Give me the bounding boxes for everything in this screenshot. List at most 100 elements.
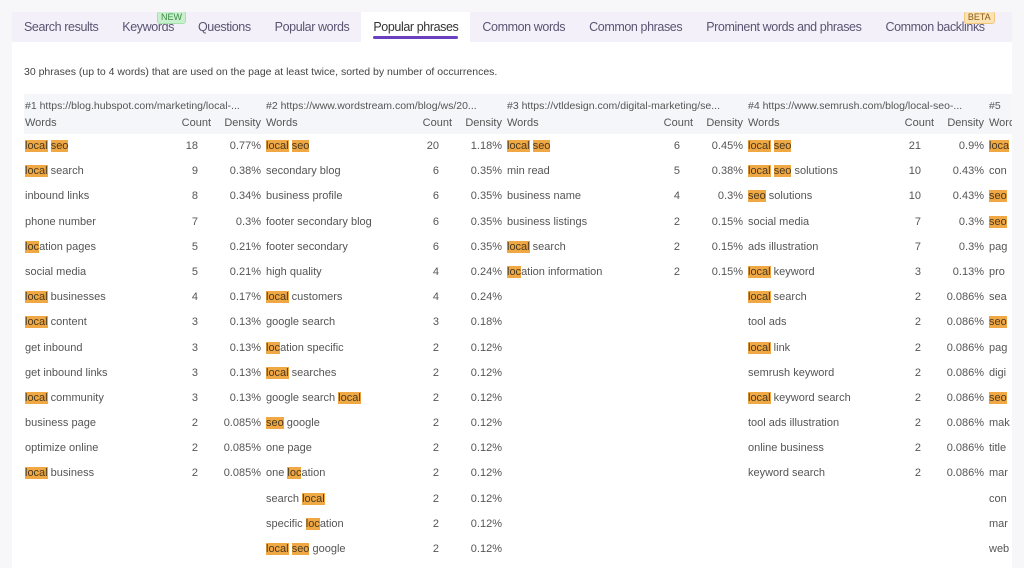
- competitor-url-link[interactable]: #5: [988, 98, 1012, 114]
- phrase-segment: footer secondary: [266, 240, 348, 253]
- phrase-count: 2: [191, 417, 198, 430]
- words-column-label[interactable]: Words: [988, 114, 1012, 132]
- tab-search-results[interactable]: Search results: [12, 12, 110, 42]
- phrase-row: footer secondary 6 0.35%: [265, 235, 506, 260]
- phrase-segment: search: [529, 240, 566, 253]
- keyword-highlight: seo: [989, 391, 1007, 404]
- phrase-segment: get inbound: [25, 341, 83, 354]
- keyword-highlight: local: [266, 543, 289, 555]
- phrase-text: seo google: [265, 411, 407, 436]
- keyword-highlight: seo: [291, 543, 310, 555]
- count-column-label[interactable]: Count: [641, 114, 693, 132]
- phrase-segment: google search: [266, 391, 339, 404]
- phrase-count: 6: [432, 165, 439, 178]
- phrase-text: seo: [988, 310, 1012, 335]
- keyword-highlight: local: [507, 240, 530, 253]
- phrase-count: 20: [426, 140, 439, 152]
- phrase-text: high quality: [265, 260, 407, 285]
- phrase-row: optimize online 2 0.085%: [24, 436, 265, 461]
- phrase-segment: min read: [507, 165, 550, 178]
- phrase-segment: con: [989, 492, 1007, 505]
- words-column-label[interactable]: Words: [506, 114, 641, 132]
- page-scrollbar[interactable]: [1012, 0, 1024, 568]
- phrase-segment: business name: [507, 190, 581, 203]
- phrase-count: 2: [914, 417, 921, 430]
- phrase-text: location information: [506, 260, 648, 285]
- phrase-segment: ads illustration: [748, 240, 819, 253]
- phrase-count: 2: [191, 467, 198, 480]
- phrase-text: local seo solutions: [747, 159, 889, 184]
- phrase-density: 0.12%: [470, 366, 502, 379]
- phrase-count: 3: [191, 366, 198, 379]
- phrase-row: con: [988, 159, 1012, 184]
- tab-bar: Search results Keywords NEW Questions Popula…: [12, 12, 1012, 42]
- count-column-label[interactable]: Count: [882, 114, 934, 132]
- phrase-row: one page 2 0.12%: [265, 436, 506, 461]
- phrase-row: local business 2 0.085%: [24, 461, 265, 486]
- phrase-text: local seo: [265, 134, 407, 159]
- phrase-segment: inbound links: [25, 190, 90, 203]
- density-column-label[interactable]: Density: [211, 114, 265, 132]
- tab-questions[interactable]: Questions: [186, 12, 263, 42]
- words-column-label[interactable]: Words: [747, 114, 882, 132]
- competitor-url-link[interactable]: #4 https://www.semrush.com/blog/local-se…: [747, 98, 988, 114]
- phrase-segment: business page: [25, 417, 96, 430]
- density-column-label[interactable]: Density: [452, 114, 506, 132]
- new-badge: NEW: [156, 12, 186, 24]
- density-column-label[interactable]: Density: [693, 114, 747, 132]
- phrase-count: 10: [908, 165, 921, 178]
- tab-popular-phrases[interactable]: Popular phrases: [361, 12, 471, 42]
- phrase-segment: keyword search: [770, 391, 851, 404]
- phrase-row: tool ads 2 0.086%: [747, 310, 988, 335]
- tab-keywords[interactable]: Keywords NEW: [110, 12, 186, 42]
- phrase-row: local seo 6 0.45%: [506, 134, 747, 159]
- phrase-segment: search: [266, 492, 303, 505]
- phrase-text: keyword search: [747, 461, 889, 486]
- phrase-text: local customers: [265, 285, 407, 310]
- competitor-url-link[interactable]: #3 https://vtldesign.com/digital-marketi…: [506, 98, 747, 114]
- phrase-segment: searches: [288, 366, 337, 379]
- phrase-segment: pro: [989, 265, 1005, 278]
- tab-common-backlinks[interactable]: Common backlinks BETA: [873, 12, 996, 42]
- phrase-count: 6: [432, 190, 439, 203]
- tab-prominent-words-and-phrases[interactable]: Prominent words and phrases: [694, 12, 873, 42]
- phrase-segment: business listings: [507, 215, 588, 228]
- phrase-text: secondary blog: [265, 159, 407, 184]
- phrase-count: 6: [432, 240, 439, 253]
- keyword-highlight: local: [266, 366, 289, 379]
- competitor-url-link[interactable]: #1 https://blog.hubspot.com/marketing/lo…: [24, 98, 265, 114]
- phrase-row: local keyword 3 0.13%: [747, 260, 988, 285]
- tab-common-words[interactable]: Common words: [470, 12, 577, 42]
- phrase-segment: ation: [301, 467, 326, 480]
- phrase-count: 2: [432, 492, 439, 505]
- keyword-highlight: seo: [748, 190, 766, 203]
- phrase-density: 0.3%: [235, 215, 261, 228]
- phrase-row: one location 2 0.12%: [265, 461, 506, 486]
- phrase-segment: link: [770, 341, 791, 354]
- keyword-highlight: loc: [305, 517, 320, 530]
- phrase-segment: businesses: [47, 291, 106, 304]
- phrase-count: 2: [914, 366, 921, 379]
- tab-label: Search results: [24, 20, 99, 34]
- words-column-label[interactable]: Words: [265, 114, 400, 132]
- phrase-text: local businesses: [24, 285, 166, 310]
- phrase-density: 0.21%: [229, 240, 261, 253]
- tab-popular-words[interactable]: Popular words: [263, 12, 362, 42]
- phrase-text: footer secondary: [265, 235, 407, 260]
- competitor-url-link[interactable]: #2 https://www.wordstream.com/blog/ws/20…: [265, 98, 506, 114]
- phrase-row: local seo 20 1.18%: [265, 134, 506, 159]
- phrase-segment: google search: [266, 316, 336, 329]
- density-column-label[interactable]: Density: [934, 114, 988, 132]
- count-column-label[interactable]: Count: [400, 114, 452, 132]
- keyword-highlight: seo: [989, 316, 1007, 329]
- phrase-density: 1.18%: [470, 140, 502, 152]
- words-column-label[interactable]: Words: [24, 114, 159, 132]
- phrase-density: 0.24%: [470, 291, 502, 304]
- tab-common-phrases[interactable]: Common phrases: [577, 12, 694, 42]
- count-column-label[interactable]: Count: [159, 114, 211, 132]
- phrase-segment: title: [989, 442, 1007, 455]
- phrase-row: mak: [988, 411, 1012, 436]
- phrase-row: min read 5 0.38%: [506, 159, 747, 184]
- phrase-segment: ation information: [521, 265, 603, 278]
- phrase-row: location information 2 0.15%: [506, 260, 747, 285]
